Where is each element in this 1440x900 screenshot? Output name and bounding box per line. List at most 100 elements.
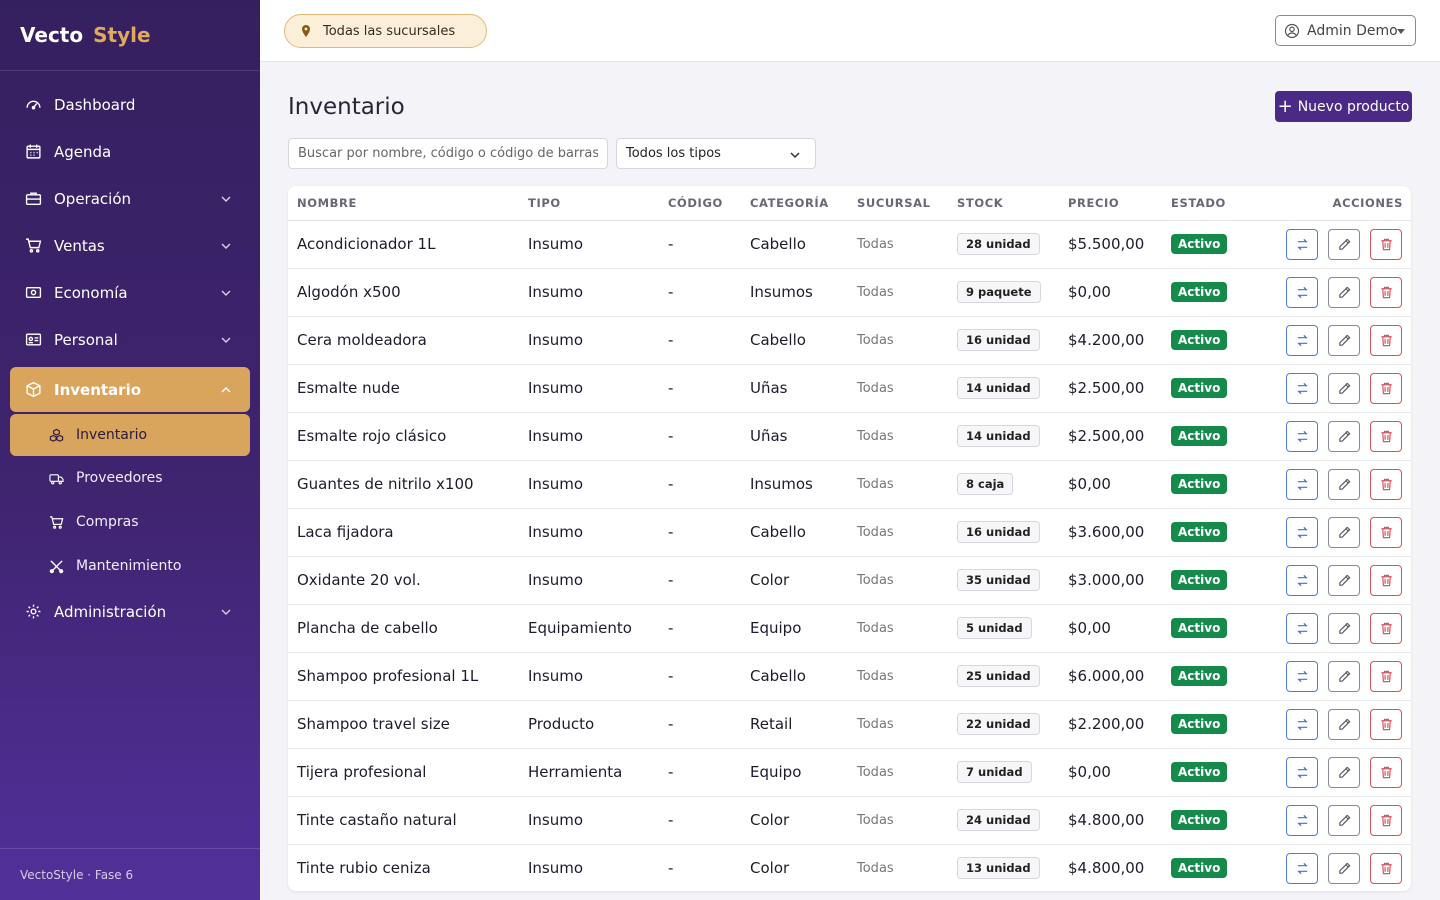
table-row[interactable]: Guantes de nitrilo x100 Insumo - Insumos Tod…	[288, 460, 1411, 509]
table-row[interactable]: Cera moldeadora Insumo - Cabello Todas 16 uni…	[288, 316, 1411, 365]
edit-button[interactable]	[1328, 420, 1360, 452]
table-row[interactable]: Tijera profesional Herramienta - Equipo Toda…	[288, 748, 1411, 797]
status-badge: Activo	[1171, 618, 1228, 638]
transfer-button[interactable]	[1286, 564, 1318, 596]
cell-tipo: Insumo	[519, 412, 659, 461]
transfer-button[interactable]	[1286, 324, 1318, 356]
cell-acciones	[1272, 604, 1411, 653]
table-row[interactable]: Oxidante 20 vol. Insumo - Color Todas 35 unid…	[288, 556, 1411, 605]
column-header[interactable]: ESTADO	[1162, 186, 1272, 221]
delete-button[interactable]	[1370, 276, 1402, 308]
sidebar-item-operacion[interactable]: Operación	[0, 175, 260, 222]
table-row[interactable]: Esmalte nude Insumo - Uñas Todas 14 unidad $2.…	[288, 364, 1411, 413]
table-row[interactable]: Esmalte rojo clásico Insumo - Uñas Todas 14 u…	[288, 412, 1411, 461]
sidebar-subitem-compras[interactable]: Compras	[0, 500, 260, 544]
cell-acciones	[1272, 556, 1411, 605]
search-input[interactable]	[288, 138, 608, 169]
cell-sucursal: Todas	[848, 460, 948, 509]
brand-logo[interactable]: Vecto Style	[0, 0, 260, 71]
edit-button[interactable]	[1328, 564, 1360, 596]
new-product-button[interactable]: + Nuevo producto	[1275, 91, 1412, 122]
sidebar-item-agenda[interactable]: Agenda	[0, 128, 260, 175]
edit-button[interactable]	[1328, 708, 1360, 740]
transfer-button[interactable]	[1286, 612, 1318, 644]
table-row[interactable]: Tinte castaño natural Insumo - Color Todas 24…	[288, 796, 1411, 845]
edit-button[interactable]	[1328, 468, 1360, 500]
table-row[interactable]: Laca fijadora Insumo - Cabello Todas 16 unida…	[288, 508, 1411, 557]
table-row[interactable]: Plancha de cabello Equipamiento - Equipo Tod…	[288, 604, 1411, 653]
transfer-button[interactable]	[1286, 420, 1318, 452]
cell-precio: $0,00	[1059, 748, 1162, 797]
edit-button[interactable]	[1328, 228, 1360, 260]
type-filter-select[interactable]: Todos los tipos	[616, 138, 816, 169]
column-header[interactable]: TIPO	[519, 186, 659, 221]
caret-down-icon	[1397, 29, 1405, 34]
cell-precio: $3.000,00	[1059, 556, 1162, 605]
sidebar-item-ventas[interactable]: Ventas	[0, 222, 260, 269]
user-menu-button[interactable]: Admin Demo	[1275, 15, 1416, 46]
edit-button[interactable]	[1328, 276, 1360, 308]
cell-acciones	[1272, 412, 1411, 461]
transfer-button[interactable]	[1286, 852, 1318, 884]
delete-button[interactable]	[1370, 852, 1402, 884]
delete-button[interactable]	[1370, 564, 1402, 596]
delete-button[interactable]	[1370, 516, 1402, 548]
table-row[interactable]: Acondicionador 1L Insumo - Cabello Todas 28 u…	[288, 220, 1411, 269]
transfer-button[interactable]	[1286, 708, 1318, 740]
delete-button[interactable]	[1370, 804, 1402, 836]
sidebar-item-label: Economía	[54, 283, 128, 302]
swap-icon	[1295, 429, 1310, 444]
transfer-button[interactable]	[1286, 804, 1318, 836]
table-row[interactable]: Tinte rubio ceniza Insumo - Color Todas 13 un…	[288, 844, 1411, 891]
transfer-button[interactable]	[1286, 660, 1318, 692]
table-row[interactable]: Algodón x500 Insumo - Insumos Todas 9 paquete…	[288, 268, 1411, 317]
stock-badge: 16 unidad	[957, 329, 1040, 351]
sidebar-subitem-proveedores[interactable]: Proveedores	[0, 456, 260, 500]
row-actions	[1281, 564, 1402, 596]
sidebar-item-economia[interactable]: Economía	[0, 269, 260, 316]
transfer-button[interactable]	[1286, 372, 1318, 404]
delete-button[interactable]	[1370, 612, 1402, 644]
delete-button[interactable]	[1370, 468, 1402, 500]
sidebar-item-inventario[interactable]: Inventario	[10, 367, 250, 412]
edit-button[interactable]	[1328, 660, 1360, 692]
delete-button[interactable]	[1370, 660, 1402, 692]
delete-button[interactable]	[1370, 372, 1402, 404]
row-actions	[1281, 276, 1402, 308]
page-title: Inventario	[288, 94, 405, 120]
column-header[interactable]: NOMBRE	[288, 186, 519, 221]
column-header[interactable]: STOCK	[948, 186, 1059, 221]
delete-button[interactable]	[1370, 708, 1402, 740]
column-header[interactable]: CÓDIGO	[659, 186, 741, 221]
transfer-button[interactable]	[1286, 228, 1318, 260]
delete-button[interactable]	[1370, 228, 1402, 260]
stock-badge: 5 unidad	[957, 617, 1032, 639]
edit-button[interactable]	[1328, 612, 1360, 644]
transfer-button[interactable]	[1286, 756, 1318, 788]
sidebar-subitem-mantenimiento[interactable]: Mantenimiento	[0, 544, 260, 588]
column-header[interactable]: CATEGORÍA	[741, 186, 848, 221]
column-header[interactable]: SUCURSAL	[848, 186, 948, 221]
column-header[interactable]: PRECIO	[1059, 186, 1162, 221]
sidebar-item-administracion[interactable]: Administración	[0, 588, 260, 635]
delete-button[interactable]	[1370, 756, 1402, 788]
edit-button[interactable]	[1328, 516, 1360, 548]
cell-tipo: Insumo	[519, 796, 659, 845]
edit-button[interactable]	[1328, 804, 1360, 836]
delete-button[interactable]	[1370, 420, 1402, 452]
table-row[interactable]: Shampoo profesional 1L Insumo - Cabello Toda…	[288, 652, 1411, 701]
transfer-button[interactable]	[1286, 276, 1318, 308]
edit-button[interactable]	[1328, 756, 1360, 788]
edit-button[interactable]	[1328, 372, 1360, 404]
transfer-button[interactable]	[1286, 516, 1318, 548]
table-row[interactable]: Shampoo travel size Producto - Retail Todas 2…	[288, 700, 1411, 749]
cell-tipo: Insumo	[519, 652, 659, 701]
sidebar-item-personal[interactable]: Personal	[0, 316, 260, 363]
edit-button[interactable]	[1328, 852, 1360, 884]
transfer-button[interactable]	[1286, 468, 1318, 500]
sidebar-item-dashboard[interactable]: Dashboard	[0, 81, 260, 128]
edit-button[interactable]	[1328, 324, 1360, 356]
sidebar-subitem-inventario[interactable]: Inventario	[10, 414, 250, 456]
delete-button[interactable]	[1370, 324, 1402, 356]
branch-selector[interactable]: Todas las sucursales	[284, 14, 487, 48]
